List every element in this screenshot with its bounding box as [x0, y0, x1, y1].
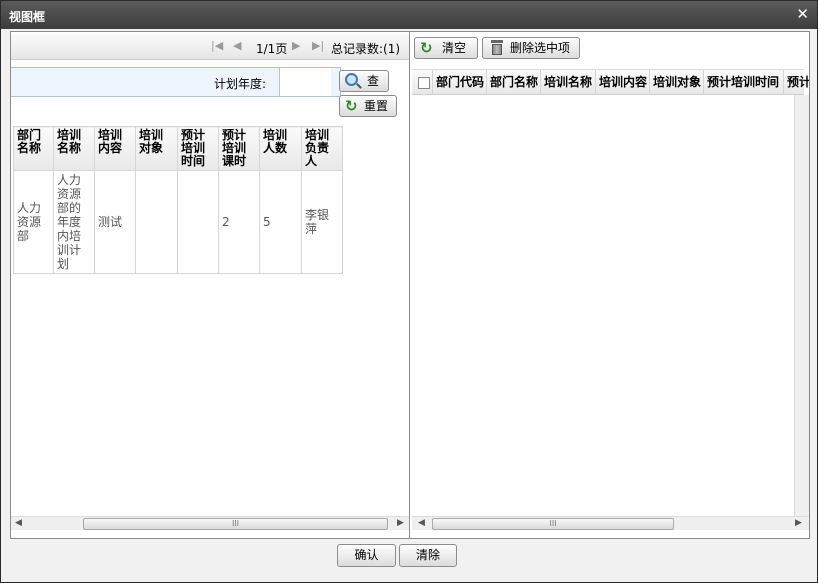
first-page-icon[interactable]: |◀	[211, 39, 223, 52]
trash-icon	[491, 40, 503, 55]
horizontal-scrollbar[interactable]: ◀ III ▶	[412, 516, 809, 530]
column-header[interactable]: 培训对象	[135, 126, 178, 171]
last-page-icon[interactable]: ▶|	[312, 39, 324, 52]
table-cell: 人力资源部的年度内培训计划	[53, 170, 95, 274]
selected-table-header: 部门代码 部门名称 培训名称 培训内容 培训对象 预计培训时间 预计	[412, 69, 809, 95]
reset-button-label: 重置	[363, 99, 388, 113]
column-header[interactable]: 部门名称	[486, 70, 540, 95]
column-header[interactable]: 预计	[783, 70, 809, 95]
scroll-thumb[interactable]: III	[432, 518, 674, 530]
horizontal-scrollbar[interactable]: ◀ III ▶	[11, 516, 409, 530]
vertical-scrollbar[interactable]	[794, 95, 809, 516]
clear-all-label: 清空	[441, 41, 466, 55]
scroll-left-icon[interactable]: ◀	[418, 518, 425, 528]
table-cell	[177, 170, 219, 274]
clear-all-button[interactable]: ↻ 清空	[414, 37, 478, 59]
delete-selected-button[interactable]: 删除选中项	[482, 37, 580, 59]
next-page-icon[interactable]: ▶	[292, 39, 300, 52]
plan-year-input[interactable]	[279, 68, 331, 96]
column-header[interactable]: 培训名称	[53, 126, 95, 171]
table-cell: 测试	[94, 170, 136, 274]
dialog-footer: 确认 清除	[1, 541, 817, 575]
column-header[interactable]: 培训对象	[649, 70, 703, 95]
search-button-label: 查	[366, 74, 379, 88]
confirm-button[interactable]: 确认	[337, 544, 396, 567]
total-records: 总记录数:(1)	[331, 42, 401, 56]
dialog-window: 视图框 ✕ |◀ ◀ 1/1页 ▶ ▶| 总记录数:(1) 计划年度: 查 ↻	[0, 0, 818, 583]
table-header-row: 部门名称 培训名称 培训内容 培训对象 预计培训时间 预计培训课时 培训人数 培…	[13, 126, 343, 171]
close-icon[interactable]: ✕	[796, 6, 809, 22]
column-header[interactable]: 部门代码	[432, 70, 486, 95]
prev-page-icon[interactable]: ◀	[233, 39, 241, 52]
clear-button[interactable]: 清除	[399, 544, 457, 567]
column-header[interactable]: 培训内容	[595, 70, 649, 95]
column-header[interactable]: 预计培训时间	[177, 126, 219, 171]
column-header[interactable]: 部门名称	[13, 126, 54, 171]
page-indicator: 1/1页	[256, 42, 288, 56]
table-cell: 李银萍	[301, 170, 343, 274]
refresh-icon: ↻	[420, 39, 433, 57]
table-row[interactable]: 人力资源部 人力资源部的年度内培训计划 测试 2 5 李银萍	[13, 170, 343, 274]
table-cell: 人力资源部	[13, 170, 54, 274]
select-all-checkbox[interactable]	[418, 77, 430, 89]
search-button[interactable]: 查	[339, 70, 389, 92]
title-bar: 视图框 ✕	[1, 1, 817, 29]
column-header[interactable]: 培训内容	[94, 126, 136, 171]
window-title: 视图框	[9, 10, 46, 24]
pager: |◀ ◀ 1/1页 ▶ ▶| 总记录数:(1)	[11, 34, 409, 60]
scroll-right-icon[interactable]: ▶	[795, 518, 802, 528]
search-row: 计划年度:	[11, 67, 341, 97]
scroll-thumb[interactable]: III	[83, 518, 388, 530]
column-header[interactable]: 预计培训课时	[218, 126, 260, 171]
plan-table: 部门名称 培训名称 培训内容 培训对象 预计培训时间 预计培训课时 培训人数 培…	[13, 126, 343, 274]
plan-year-label: 计划年度:	[214, 77, 267, 91]
scroll-left-icon[interactable]: ◀	[15, 518, 22, 528]
column-header[interactable]: 培训名称	[540, 70, 595, 95]
table-cell: 2	[218, 170, 260, 274]
delete-selected-label: 删除选中项	[509, 41, 570, 55]
column-header[interactable]: 预计培训时间	[703, 70, 783, 95]
reset-button[interactable]: ↻ 重置	[339, 95, 397, 117]
dialog-content: |◀ ◀ 1/1页 ▶ ▶| 总记录数:(1) 计划年度: 查 ↻ 重置 部门名…	[10, 31, 810, 539]
column-header[interactable]: 培训人数	[259, 126, 302, 171]
right-panel: ↻ 清空 删除选中项 部门代码 部门名称 培训名称 培训内容 培训对象 预计培训…	[412, 32, 809, 538]
magnifier-icon	[345, 73, 358, 86]
column-header[interactable]: 培训负责人	[301, 126, 343, 171]
left-panel: |◀ ◀ 1/1页 ▶ ▶| 总记录数:(1) 计划年度: 查 ↻ 重置 部门名…	[11, 32, 410, 538]
scroll-right-icon[interactable]: ▶	[397, 518, 404, 528]
table-cell	[135, 170, 178, 274]
table-cell: 5	[259, 170, 302, 274]
refresh-icon: ↻	[345, 97, 358, 115]
